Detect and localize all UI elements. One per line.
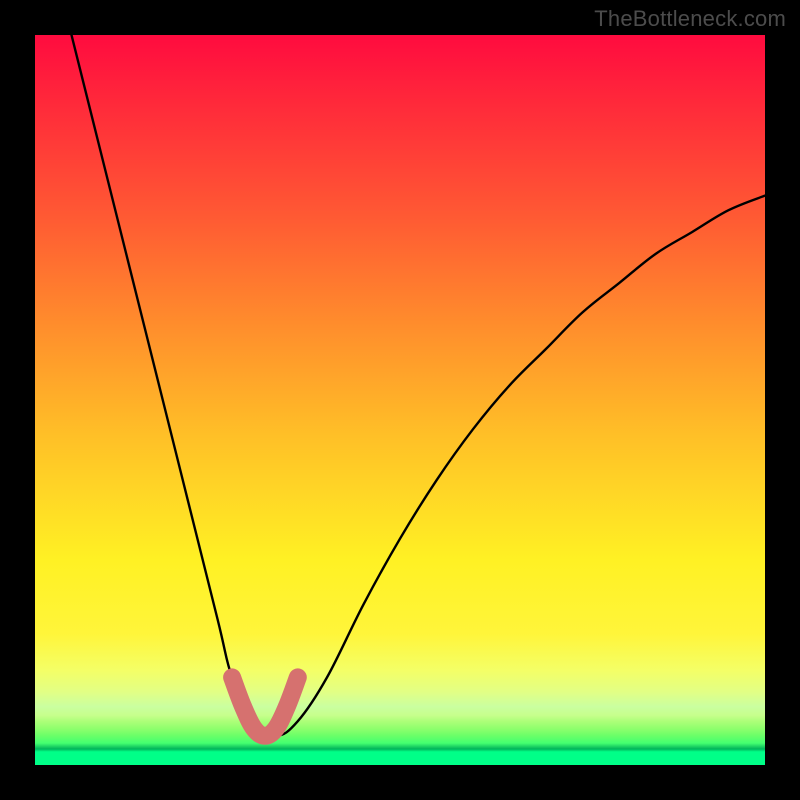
chart-frame: TheBottleneck.com (0, 0, 800, 800)
plot-area (35, 35, 765, 765)
bottleneck-curve (72, 35, 766, 736)
valley-highlight (232, 677, 298, 735)
watermark-text: TheBottleneck.com (594, 6, 786, 32)
curve-svg (35, 35, 765, 765)
